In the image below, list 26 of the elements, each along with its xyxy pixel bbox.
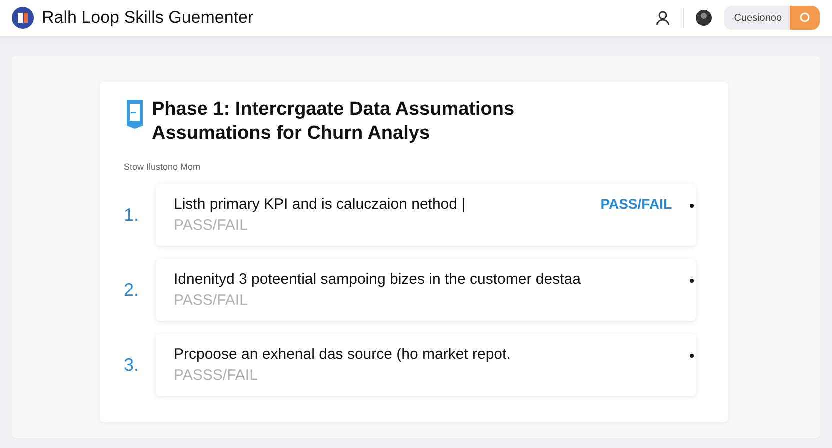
- item-text: Prcpoose an exhenal das source (ho market repot.: [174, 346, 512, 363]
- item-status: PASS/FAIL: [174, 292, 249, 309]
- pass-fail-label: PASS/FAIL: [600, 196, 672, 212]
- checklist-item[interactable]: Prcpoose an exhenal das source (ho market repot. PASSS/FAIL: [156, 334, 696, 396]
- item-number: 2.: [124, 280, 140, 300]
- item-number: 1.: [124, 204, 140, 226]
- chat-icon: [799, 12, 811, 24]
- logo-icon: [12, 7, 34, 29]
- account-pill[interactable]: Cuesionoo: [724, 6, 820, 30]
- dot-icon: [690, 204, 694, 208]
- dot-icon: [690, 354, 694, 358]
- item-text: Idnenityd 3 poteential sampoing bizes in the customer destaa: [174, 271, 582, 288]
- item-text: Listh primary KPI and is caluczaion nethod |: [174, 196, 467, 213]
- item-number: 3.: [124, 354, 140, 376]
- phase-subtitle: Stow Ilustono Mom: [124, 162, 202, 172]
- item-status: PASS/FAIL: [174, 217, 249, 234]
- document-icon: [126, 98, 144, 130]
- item-status: PASSS/FAIL: [174, 367, 259, 384]
- app-title: Ralh Loop Skills Guementer: [42, 8, 255, 28]
- phase-title: Phase 1: Intercrgaate Data Assumations Assumations for Churn Analys: [152, 98, 516, 146]
- checklist-item[interactable]: Listh primary KPI and is caluczaion nethod | PASS/FAIL PASS/FAIL: [156, 184, 696, 246]
- account-label: Cuesionoo: [734, 12, 782, 24]
- avatar-icon[interactable]: [696, 10, 712, 26]
- user-icon[interactable]: [655, 10, 672, 26]
- checklist-item[interactable]: Idnenityd 3 poteential sampoing bizes in the customer destaa PASS/FAIL: [156, 259, 696, 321]
- dot-icon: [690, 279, 694, 283]
